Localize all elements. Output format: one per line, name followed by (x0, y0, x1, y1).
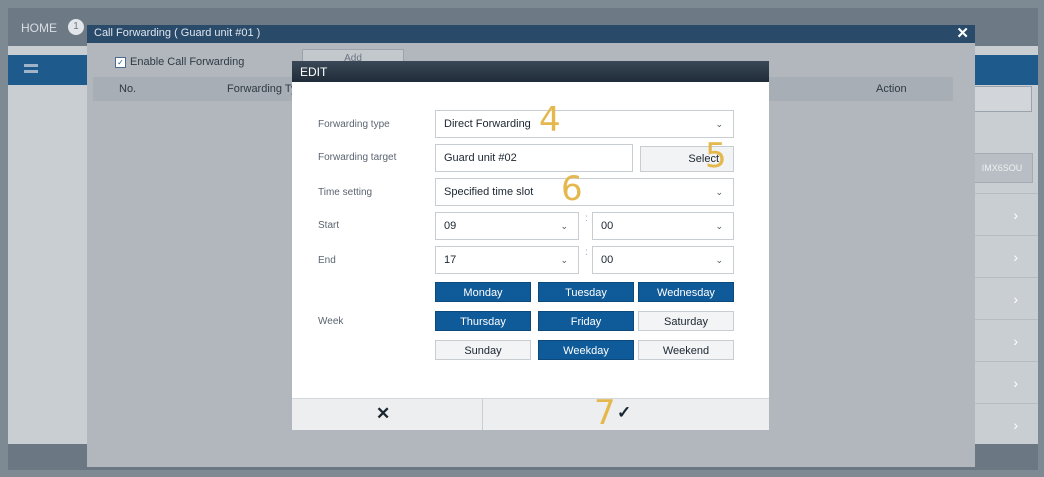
forwarding-target-label: Forwarding target (318, 152, 397, 163)
home-link[interactable]: HOME (21, 21, 57, 35)
cancel-icon[interactable]: ✕ (376, 404, 390, 424)
time-separator: : (585, 247, 588, 258)
end-hour-value: 17 (444, 254, 457, 266)
chevron-right-icon: › (1013, 207, 1018, 223)
enable-label: Enable Call Forwarding (130, 56, 245, 68)
enable-call-forwarding[interactable]: ✓ Enable Call Forwarding (115, 56, 244, 68)
annotation-5: 5 (705, 136, 727, 176)
annotation-7: 7 (594, 393, 616, 433)
column-forwarding-type: Forwarding Ty (227, 83, 297, 95)
column-action: Action (876, 83, 907, 95)
forwarding-target-field[interactable]: Guard unit #02 (435, 144, 633, 172)
chevron-down-icon: ⌄ (560, 221, 568, 231)
background-input (968, 86, 1032, 112)
chevron-right-icon: › (1013, 249, 1018, 265)
list-item[interactable]: › (968, 193, 1038, 235)
list-item[interactable]: › (968, 235, 1038, 277)
close-icon[interactable]: ✕ (956, 24, 969, 42)
start-hour-select[interactable]: 09 ⌄ (435, 212, 579, 240)
day-thursday-button[interactable]: Thursday (435, 311, 531, 331)
annotation-6: 6 (561, 169, 583, 209)
weekday-button[interactable]: Weekday (538, 340, 634, 360)
chevron-down-icon: ⌄ (715, 255, 723, 265)
week-label: Week (318, 316, 344, 327)
end-minute-select[interactable]: 00 ⌄ (592, 246, 734, 274)
chevron-down-icon: ⌄ (715, 221, 723, 231)
dialog-title: Call Forwarding ( Guard unit #01 ) (94, 27, 261, 39)
footer-divider (482, 399, 483, 430)
time-setting-label: Time setting (318, 187, 373, 198)
end-label: End (318, 255, 336, 266)
confirm-icon[interactable]: ✓ (617, 403, 631, 423)
chevron-down-icon: ⌄ (715, 187, 723, 197)
edit-modal: EDIT Forwarding type Direct Forwarding ⌄… (292, 61, 769, 430)
start-minute-value: 00 (601, 220, 614, 232)
forwarding-type-value: Direct Forwarding (444, 118, 531, 130)
forwarding-target-value: Guard unit #02 (444, 152, 517, 164)
device-id-label: IMX6SOU (971, 153, 1033, 183)
column-no: No. (119, 83, 137, 95)
chevron-right-icon: › (1013, 291, 1018, 307)
list-icon (24, 64, 38, 73)
chevron-down-icon: ⌄ (715, 119, 723, 129)
annotation-4: 4 (539, 100, 561, 140)
chevron-down-icon: ⌄ (560, 255, 568, 265)
chevron-right-icon: › (1013, 417, 1018, 433)
time-setting-select[interactable]: Specified time slot ⌄ (435, 178, 734, 206)
time-separator: : (585, 213, 588, 224)
edit-header: EDIT (292, 61, 769, 82)
start-minute-select[interactable]: 00 ⌄ (592, 212, 734, 240)
day-saturday-button[interactable]: Saturday (638, 311, 734, 331)
edit-footer: ✕ ✓ (292, 398, 769, 430)
list-item[interactable]: › (968, 277, 1038, 319)
checkbox-icon[interactable]: ✓ (115, 56, 126, 68)
dialog-titlebar: Call Forwarding ( Guard unit #01 ) ✕ (87, 25, 975, 43)
day-monday-button[interactable]: Monday (435, 282, 531, 302)
day-wednesday-button[interactable]: Wednesday (638, 282, 734, 302)
day-friday-button[interactable]: Friday (538, 311, 634, 331)
start-label: Start (318, 220, 340, 231)
day-tuesday-button[interactable]: Tuesday (538, 282, 634, 302)
step-number-badge: 1 (68, 19, 84, 35)
edit-title: EDIT (300, 65, 328, 79)
background-list: › › › › › › (968, 193, 1038, 445)
chevron-right-icon: › (1013, 333, 1018, 349)
weekend-button[interactable]: Weekend (638, 340, 734, 360)
day-sunday-button[interactable]: Sunday (435, 340, 531, 360)
start-hour-value: 09 (444, 220, 457, 232)
list-item[interactable]: › (968, 361, 1038, 403)
list-item[interactable]: › (968, 403, 1038, 445)
time-setting-value: Specified time slot (444, 186, 534, 198)
end-hour-select[interactable]: 17 ⌄ (435, 246, 579, 274)
end-minute-value: 00 (601, 254, 614, 266)
forwarding-type-select[interactable]: Direct Forwarding ⌄ (435, 110, 734, 138)
forwarding-type-label: Forwarding type (318, 119, 390, 130)
list-item[interactable]: › (968, 319, 1038, 361)
chevron-right-icon: › (1013, 375, 1018, 391)
